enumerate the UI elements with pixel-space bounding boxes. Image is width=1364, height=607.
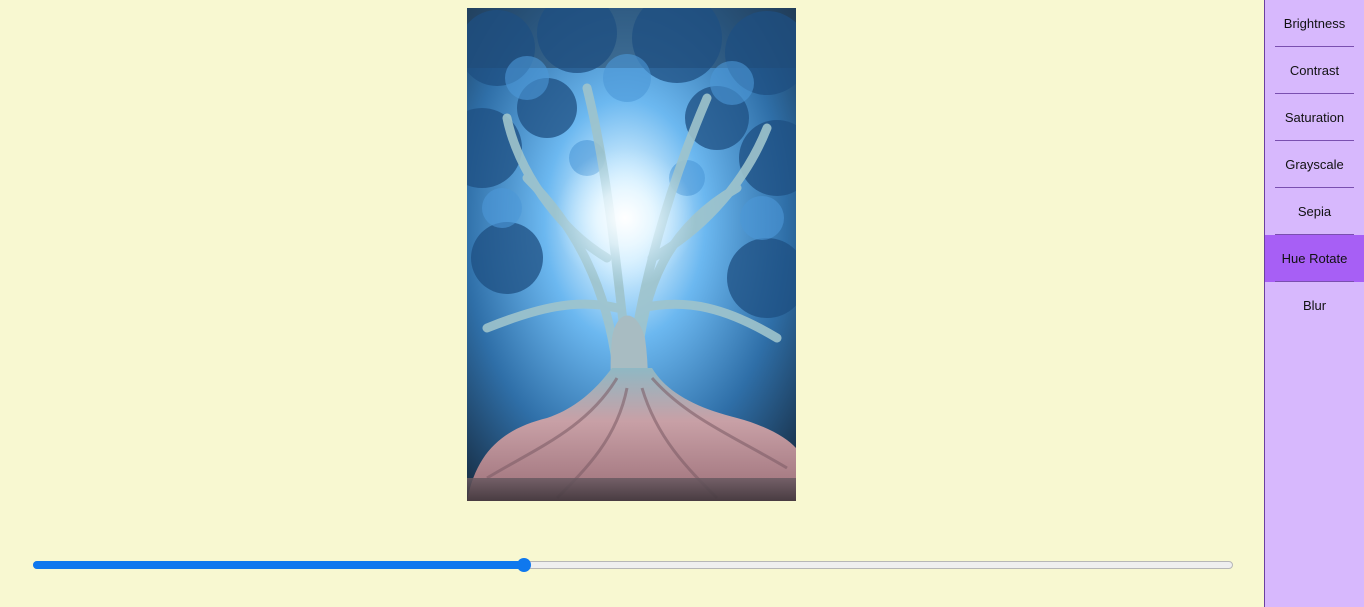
filter-item-brightness[interactable]: Brightness bbox=[1265, 0, 1364, 47]
slider-thumb[interactable] bbox=[516, 558, 531, 572]
filter-item-label: Grayscale bbox=[1285, 157, 1344, 172]
filter-item-label: Saturation bbox=[1284, 110, 1345, 125]
filter-item-label: Brightness bbox=[1283, 16, 1346, 31]
filter-sidebar: Brightness Contrast Saturation Grayscale… bbox=[1264, 0, 1364, 607]
filter-item-hue-rotate[interactable]: Hue Rotate bbox=[1265, 235, 1364, 282]
filter-item-label: Hue Rotate bbox=[1281, 251, 1348, 266]
filter-item-label: Sepia bbox=[1297, 204, 1332, 219]
edited-photo bbox=[467, 8, 796, 501]
filter-item-sepia[interactable]: Sepia bbox=[1265, 188, 1364, 235]
tree-photo-image bbox=[467, 8, 796, 501]
filter-value-slider[interactable] bbox=[33, 556, 1233, 574]
slider-fill bbox=[33, 561, 524, 569]
filter-item-label: Contrast bbox=[1289, 63, 1340, 78]
filter-item-saturation[interactable]: Saturation bbox=[1265, 94, 1364, 141]
filter-item-blur[interactable]: Blur bbox=[1265, 282, 1364, 329]
editor-main bbox=[0, 0, 1264, 607]
filter-item-grayscale[interactable]: Grayscale bbox=[1265, 141, 1364, 188]
filter-item-label: Blur bbox=[1302, 298, 1327, 313]
filter-item-contrast[interactable]: Contrast bbox=[1265, 47, 1364, 94]
